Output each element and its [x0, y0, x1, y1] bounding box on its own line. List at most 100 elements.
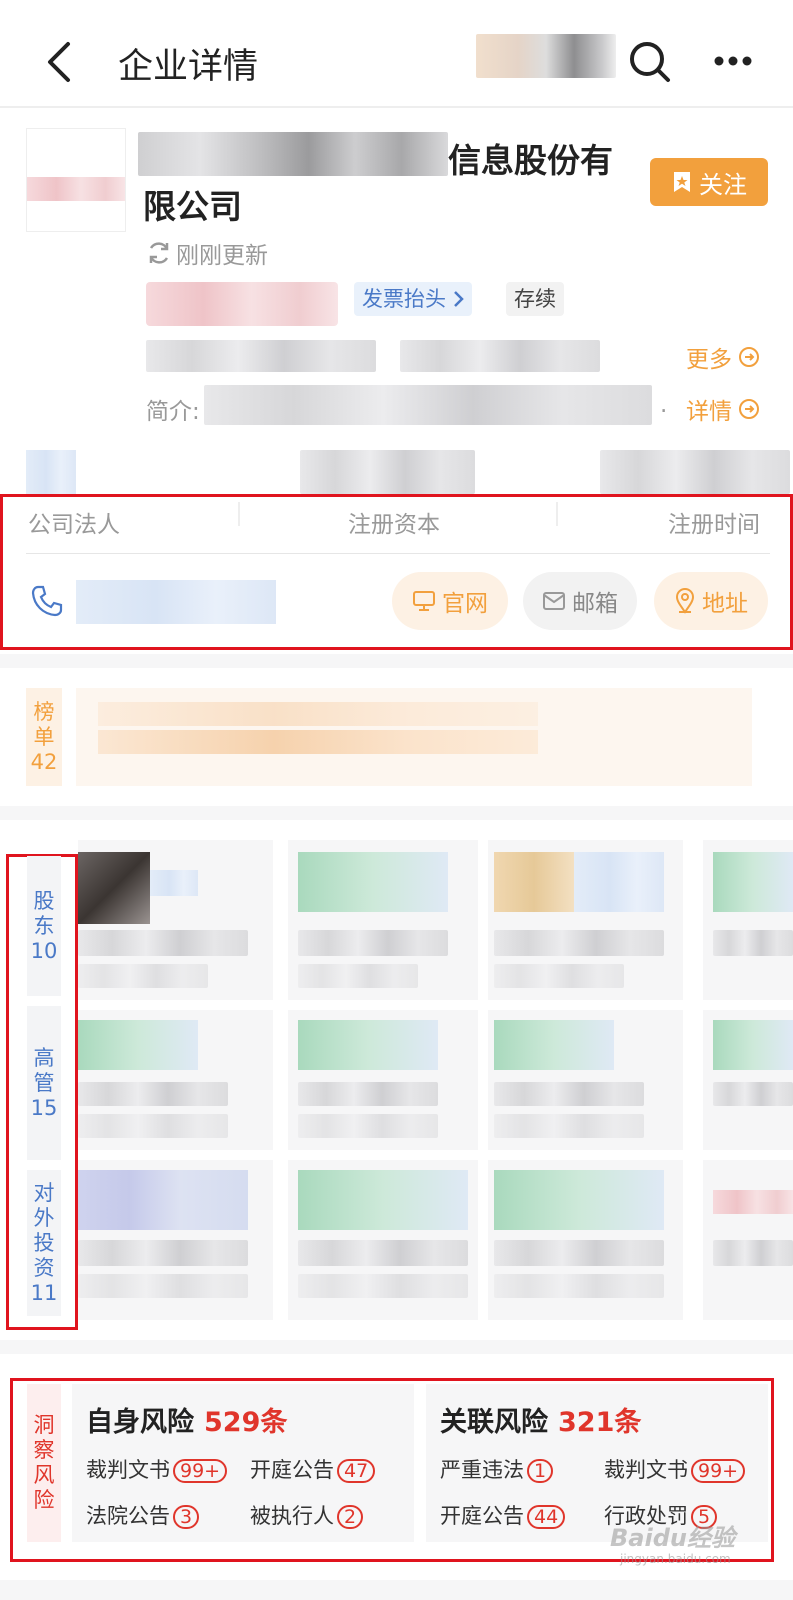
person-card[interactable] [488, 840, 683, 1000]
phone-blurred [76, 580, 276, 624]
legal-person-label: 公司法人 [28, 512, 120, 538]
intro-ellipsis: . [660, 392, 668, 418]
person-card[interactable] [488, 1010, 683, 1150]
divider [556, 502, 558, 526]
risk-item[interactable]: 被执行人 2 [250, 1500, 364, 1530]
intro-blurred [204, 385, 652, 425]
risk-item-count: 47 [337, 1459, 376, 1483]
tab-label: 东 [33, 913, 55, 938]
website-label: 官网 [442, 591, 488, 617]
update-status: 刚刚更新 [146, 236, 268, 270]
divider [26, 553, 770, 554]
divider [238, 502, 240, 526]
person-card[interactable] [703, 1160, 793, 1320]
risk-tab-label: 风 [33, 1463, 55, 1487]
back-arrow-icon[interactable] [44, 40, 74, 84]
risk-item-label: 严重违法 [440, 1458, 524, 1482]
detail-label: 详情 [686, 399, 732, 425]
website-button[interactable]: 官网 [392, 572, 508, 630]
person-card[interactable] [288, 840, 478, 1000]
risk-item-count: 1 [527, 1459, 554, 1483]
tab-shareholders[interactable]: 股 东 10 [27, 856, 61, 996]
person-card[interactable] [703, 840, 793, 1000]
tab-label: 高 [33, 1045, 55, 1070]
follow-button[interactable]: 关注 [650, 158, 768, 206]
ranking-tab[interactable]: 榜 单 42 [26, 688, 62, 786]
search-icon[interactable] [628, 40, 672, 84]
ranking-label: 单 [33, 724, 55, 749]
more-icon[interactable] [713, 55, 753, 67]
related-risk-count: 321条 [558, 1407, 642, 1438]
self-risk-title: 自身风险 [86, 1407, 194, 1438]
tab-count: 10 [30, 938, 58, 963]
risk-item[interactable]: 开庭公告 47 [250, 1454, 376, 1484]
person-card[interactable] [703, 1010, 793, 1150]
ranking-card[interactable] [76, 688, 752, 786]
blurred-meta-1 [146, 340, 376, 372]
email-label: 邮箱 [572, 591, 618, 617]
monitor-icon [413, 591, 435, 611]
invoice-tag[interactable]: 发票抬头 [354, 282, 472, 316]
risk-tab[interactable]: 洞 察 风 险 [27, 1384, 61, 1542]
company-logo [26, 128, 126, 232]
address-label: 地址 [702, 591, 748, 617]
status-badge: 存续 [506, 282, 564, 316]
company-name-blurred [138, 132, 448, 176]
tab-label: 管 [33, 1070, 55, 1095]
tab-label: 资 [33, 1255, 55, 1280]
invoice-label: 发票抬头 [362, 287, 446, 311]
phone-icon[interactable] [30, 584, 64, 618]
risk-tab-label: 察 [33, 1438, 55, 1462]
tab-label: 股 [33, 888, 55, 913]
person-card[interactable] [78, 1010, 273, 1150]
watermark-sub: jingyan.baidu.com [620, 1552, 731, 1566]
detail-link[interactable]: 详情 [686, 392, 760, 426]
tab-count: 11 [30, 1280, 58, 1305]
tab-investments[interactable]: 对 外 投 资 11 [27, 1170, 61, 1316]
risk-item-label: 法院公告 [86, 1504, 170, 1528]
risk-item-label: 裁判文书 [604, 1458, 688, 1482]
update-text: 刚刚更新 [176, 243, 268, 269]
blurred-row-1 [26, 450, 76, 494]
risk-item-label: 开庭公告 [440, 1504, 524, 1528]
person-card[interactable] [288, 1160, 478, 1320]
risk-item[interactable]: 裁判文书 99+ [86, 1454, 228, 1484]
page-title: 企业详情 [118, 47, 259, 87]
risk-item-count: 3 [173, 1505, 200, 1529]
person-card[interactable] [78, 840, 273, 1000]
company-name-suffix: 信息股份有 [448, 141, 613, 180]
risk-item-count: 2 [337, 1505, 364, 1529]
related-risk-title: 关联风险 [440, 1407, 548, 1438]
chevron-right-icon [454, 291, 464, 307]
more-link[interactable]: 更多 [686, 340, 760, 374]
person-card[interactable] [78, 1160, 273, 1320]
tab-label: 投 [33, 1230, 55, 1255]
tab-executives[interactable]: 高 管 15 [27, 1006, 61, 1160]
watermark-text: Baidu经验 [610, 1524, 735, 1552]
section-gap [0, 654, 793, 668]
risk-item-label: 开庭公告 [250, 1458, 334, 1482]
blurred-tag [146, 282, 338, 326]
address-button[interactable]: 地址 [654, 572, 768, 630]
risk-item[interactable]: 裁判文书 99+ [604, 1454, 746, 1484]
section-gap [0, 806, 793, 820]
risk-item-count: 99+ [691, 1459, 746, 1483]
person-card[interactable] [488, 1160, 683, 1320]
risk-item[interactable]: 严重违法 1 [440, 1454, 554, 1484]
risk-item[interactable]: 法院公告 3 [86, 1500, 200, 1530]
risk-tab-label: 险 [33, 1488, 55, 1512]
blurred-header-block [476, 34, 616, 78]
section-gap [0, 1340, 793, 1354]
bookmark-icon [674, 172, 690, 192]
email-button[interactable]: 邮箱 [523, 572, 637, 630]
risk-item[interactable]: 开庭公告 44 [440, 1500, 566, 1530]
self-risk-card[interactable]: 自身风险 529条 裁判文书 99+ 开庭公告 47 法院公告 3 被执行人 2 [72, 1384, 414, 1542]
reg-time-label: 注册时间 [668, 512, 760, 538]
location-pin-icon [675, 588, 695, 614]
risk-item-label: 被执行人 [250, 1504, 334, 1528]
refresh-icon [149, 242, 169, 264]
people-grid [78, 840, 793, 1330]
blurred-row-3 [600, 450, 790, 494]
circle-arrow-icon [739, 399, 759, 419]
person-card[interactable] [288, 1010, 478, 1150]
